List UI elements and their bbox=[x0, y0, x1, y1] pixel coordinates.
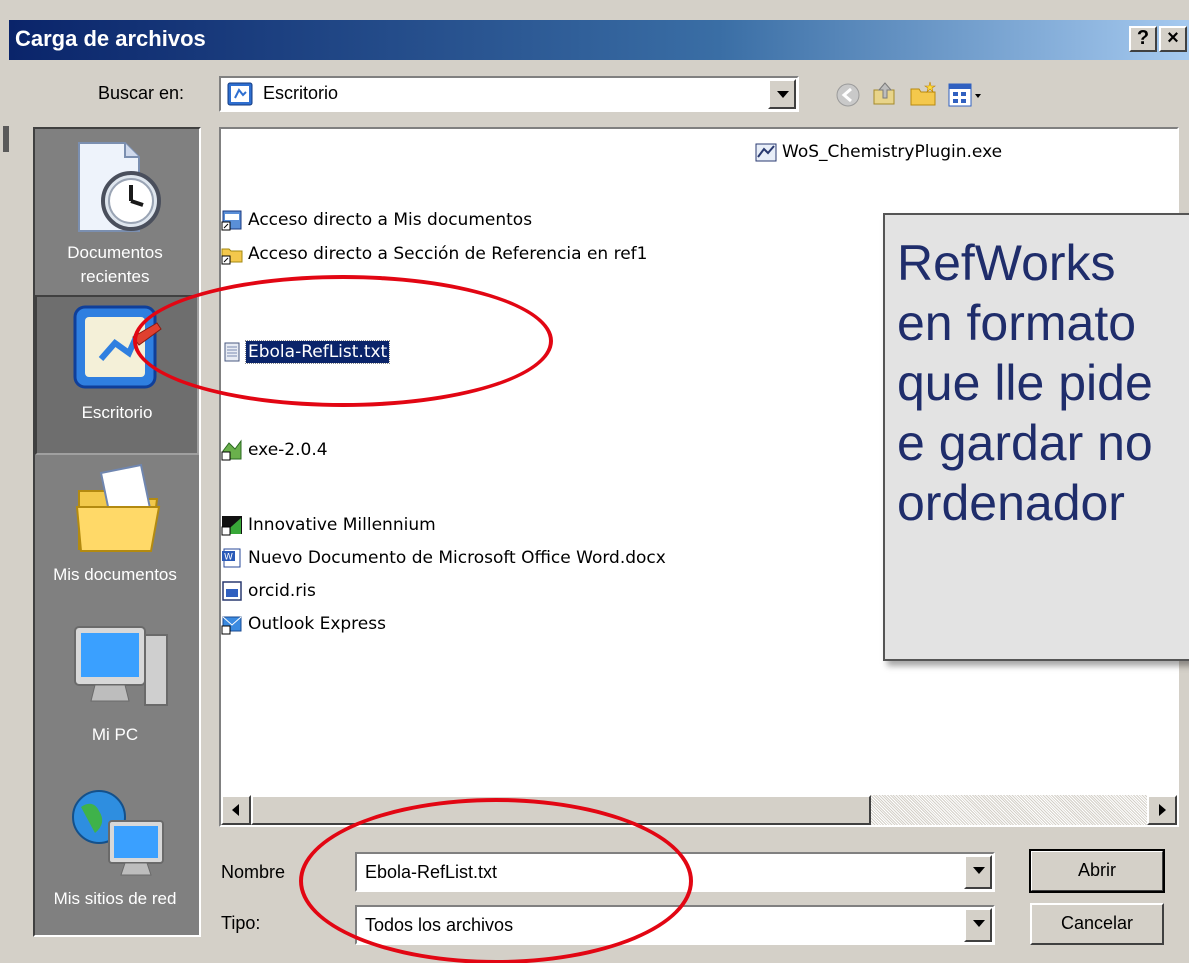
file-item[interactable]: Acceso directo a Sección de Referencia e… bbox=[221, 241, 649, 267]
places-bar: Documentos recientes Escritorio Mis docu… bbox=[33, 127, 201, 937]
file-name-label: Nombre bbox=[221, 862, 286, 882]
view-menu-icon[interactable] bbox=[947, 82, 983, 108]
installer-icon bbox=[755, 143, 777, 162]
look-in-dropdown[interactable]: Escritorio bbox=[219, 76, 799, 112]
desktop-icon bbox=[73, 305, 162, 389]
file-name-combobox[interactable]: Ebola-RefList.txt bbox=[355, 852, 995, 892]
scroll-right-button[interactable] bbox=[1147, 795, 1177, 825]
file-type-dropdown-arrow[interactable] bbox=[964, 908, 992, 942]
scroll-thumb[interactable] bbox=[251, 795, 871, 825]
place-desktop[interactable]: Escritorio bbox=[35, 295, 199, 455]
place-my-documents[interactable]: Mis documentos bbox=[35, 459, 199, 619]
title-bar[interactable]: Carga de archivos ? × bbox=[9, 20, 1189, 60]
look-in-label: Buscar en: bbox=[98, 83, 185, 103]
place-network[interactable]: Mis sitios de red bbox=[35, 769, 199, 929]
my-computer-icon bbox=[74, 626, 168, 706]
place-label: Mis documentos bbox=[53, 565, 177, 584]
recent-documents-icon bbox=[78, 142, 161, 232]
file-upload-dialog: Carga de archivos ? × Buscar en: Escrito… bbox=[0, 0, 1189, 963]
window-edge-marker bbox=[3, 126, 9, 152]
file-item[interactable]: orcid.ris bbox=[221, 578, 318, 604]
place-label: Escritorio bbox=[81, 403, 153, 422]
up-folder-icon[interactable] bbox=[871, 80, 899, 108]
open-button[interactable]: Abrir bbox=[1029, 849, 1165, 893]
window-title: Carga de archivos bbox=[15, 26, 206, 51]
file-item[interactable]: Innovative Millennium bbox=[221, 512, 438, 538]
file-item[interactable]: W Nuevo Documento de Microsoft Office Wo… bbox=[221, 545, 668, 571]
cancel-button[interactable]: Cancelar bbox=[1030, 903, 1164, 945]
outlook-icon bbox=[221, 616, 242, 635]
network-folder-icon bbox=[221, 248, 243, 265]
file-item[interactable]: exe-2.0.4 bbox=[221, 437, 330, 463]
place-my-computer[interactable]: Mi PC bbox=[35, 619, 199, 759]
ris-file-icon bbox=[222, 581, 242, 601]
file-item[interactable]: Outlook Express bbox=[221, 611, 388, 637]
my-documents-icon bbox=[75, 463, 161, 552]
place-recent-documents[interactable]: Documentos recientes bbox=[35, 129, 199, 294]
file-type-value: Todos los archivos bbox=[365, 915, 514, 935]
back-icon[interactable] bbox=[835, 82, 861, 108]
place-label: Documentos recientes bbox=[67, 243, 163, 286]
text-file-icon bbox=[224, 342, 240, 362]
place-label: Mis sitios de red bbox=[53, 889, 177, 908]
arrow-right-icon bbox=[1159, 804, 1166, 816]
file-name-value: Ebola-RefList.txt bbox=[365, 862, 498, 882]
file-item[interactable]: WoS_ChemistryPlugin.exe bbox=[755, 139, 1004, 165]
horizontal-scrollbar[interactable] bbox=[221, 795, 1177, 825]
shortcut-icon bbox=[221, 210, 242, 231]
look-in-value: Escritorio bbox=[263, 83, 339, 103]
file-type-dropdown[interactable]: Todos los archivos bbox=[355, 905, 995, 945]
instruction-callout: RefWorks en formato que lle pide e garda… bbox=[883, 213, 1189, 661]
file-item[interactable]: Acceso directo a Mis documentos bbox=[221, 207, 534, 233]
file-type-label: Tipo: bbox=[221, 913, 261, 933]
place-label: Mi PC bbox=[91, 725, 139, 744]
file-item-selected[interactable]: Ebola-RefList.txt bbox=[221, 339, 391, 365]
help-button[interactable]: ? bbox=[1129, 26, 1157, 52]
desktop-small-icon bbox=[227, 82, 253, 106]
callout-text: RefWorks en formato que lle pide e garda… bbox=[897, 235, 1153, 531]
new-folder-icon[interactable] bbox=[909, 80, 939, 108]
close-button[interactable]: × bbox=[1159, 26, 1187, 52]
look-in-dropdown-arrow[interactable] bbox=[768, 79, 796, 109]
app-shortcut-icon bbox=[221, 439, 242, 461]
file-name-dropdown-arrow[interactable] bbox=[964, 855, 992, 889]
scroll-left-button[interactable] bbox=[221, 795, 251, 825]
svg-text:W: W bbox=[224, 553, 233, 563]
word-doc-icon: W bbox=[222, 548, 241, 568]
app-shortcut-icon bbox=[221, 516, 242, 536]
network-places-icon bbox=[72, 790, 164, 876]
arrow-left-icon bbox=[232, 804, 239, 816]
